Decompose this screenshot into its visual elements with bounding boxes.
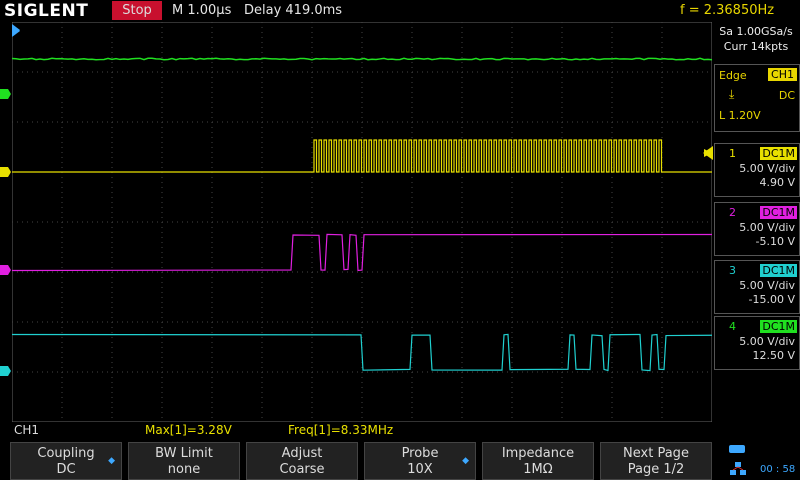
max-measurement: Max[1]=3.28V: [145, 423, 232, 437]
ch4-marker[interactable]: [0, 89, 11, 99]
softkey-label: Adjust: [247, 446, 357, 462]
channel-3-panel[interactable]: 3 DC1M 5.00 V/div -15.00 V: [714, 260, 800, 314]
trigger-source: CH1: [768, 68, 797, 81]
channel-offset: -15.00 V: [749, 293, 795, 306]
channel-scale: 5.00 V/div: [739, 279, 795, 292]
frequency-readout: f = 2.36850Hz: [680, 3, 774, 18]
adjust-arrow-icon: ◆: [108, 453, 115, 469]
sample-rate: Sa 1.00GSa/s: [714, 24, 798, 39]
acquisition-info: Sa 1.00GSa/s Curr 14kpts: [714, 24, 798, 54]
channel-scale: 5.00 V/div: [739, 335, 795, 348]
softkey-value: 10X: [365, 462, 475, 478]
channel-offset: -5.10 V: [756, 235, 795, 248]
channel-1-panel[interactable]: 1 DC1M 5.00 V/div 4.90 V: [714, 143, 800, 197]
softkey-label: BW Limit: [129, 446, 239, 462]
channel-markers: [0, 22, 12, 422]
channel-offset: 4.90 V: [759, 176, 795, 189]
measurement-bar: CH1 Max[1]=3.28V Freq[1]=8.33MHz: [0, 422, 712, 438]
channel-scale: 5.00 V/div: [739, 162, 795, 175]
channel-number: 1: [729, 147, 736, 160]
active-channel: CH1: [14, 423, 39, 437]
adjust-arrow-icon: ◆: [462, 453, 469, 469]
trigger-coupling: DC: [779, 89, 795, 102]
softkey-value: DC: [11, 462, 121, 478]
adjust-softkey[interactable]: Adjust Coarse: [246, 442, 358, 480]
next-page-softkey[interactable]: Next Page Page 1/2: [600, 442, 712, 480]
channel-coupling: DC1M: [760, 147, 797, 160]
trigger-level: L 1.20V: [719, 109, 761, 122]
waveform-grid: 4 1 2 3: [12, 22, 712, 422]
softkey-label: Coupling: [11, 446, 121, 462]
channel-offset: 12.50 V: [752, 349, 795, 362]
trigger-delay-marker[interactable]: [10, 22, 22, 38]
probe-softkey[interactable]: Probe 10X ◆: [364, 442, 476, 480]
ch4-waveform: [12, 58, 712, 59]
ch1-marker[interactable]: [0, 167, 11, 177]
softkey-menu: Coupling DC ◆ BW Limit none Adjust Coars…: [10, 440, 710, 480]
trigger-level-arrow[interactable]: [700, 145, 714, 161]
ch2-marker[interactable]: [0, 265, 11, 275]
channel-number: 2: [729, 206, 736, 219]
ch3-marker[interactable]: [0, 366, 11, 376]
impedance-softkey[interactable]: Impedance 1MΩ: [482, 442, 594, 480]
brand-logo: SIGLENT: [4, 1, 88, 21]
timebase-readout: M 1.00μs: [172, 3, 231, 18]
bw-limit-softkey[interactable]: BW Limit none: [128, 442, 240, 480]
channel-coupling: DC1M: [760, 264, 797, 277]
status-icons: [728, 444, 750, 478]
rising-edge-icon: ⤓: [729, 87, 734, 102]
top-bar: SIGLENT Stop M 1.00μs Delay 419.0ms f = …: [0, 0, 800, 22]
softkey-label: Impedance: [483, 446, 593, 462]
softkey-value: Coarse: [247, 462, 357, 478]
softkey-label: Probe: [365, 446, 475, 462]
channel-scale: 5.00 V/div: [739, 221, 795, 234]
softkey-label: Next Page: [601, 446, 711, 462]
channel-4-panel[interactable]: 4 DC1M 5.00 V/div 12.50 V: [714, 316, 800, 370]
channel-number: 4: [729, 320, 736, 333]
delay-readout: Delay 419.0ms: [244, 3, 342, 18]
run-stop-indicator[interactable]: Stop: [112, 1, 162, 20]
softkey-value: none: [129, 462, 239, 478]
softkey-value: 1MΩ: [483, 462, 593, 478]
freq-measurement: Freq[1]=8.33MHz: [288, 423, 393, 437]
channel-number: 3: [729, 264, 736, 277]
network-icon: [730, 462, 746, 475]
memory-depth: Curr 14kpts: [714, 39, 798, 54]
trigger-panel[interactable]: Edge CH1 ⤓ DC L 1.20V: [714, 64, 800, 132]
channel-2-panel[interactable]: 2 DC1M 5.00 V/div -5.10 V: [714, 202, 800, 256]
coupling-softkey[interactable]: Coupling DC ◆: [10, 442, 122, 480]
channel-coupling: DC1M: [760, 206, 797, 219]
softkey-value: Page 1/2: [601, 462, 711, 478]
battery-icon: [729, 445, 745, 453]
trigger-type: Edge: [719, 69, 747, 82]
clock-readout: 00 : 58: [760, 464, 795, 475]
channel-coupling: DC1M: [760, 320, 797, 333]
